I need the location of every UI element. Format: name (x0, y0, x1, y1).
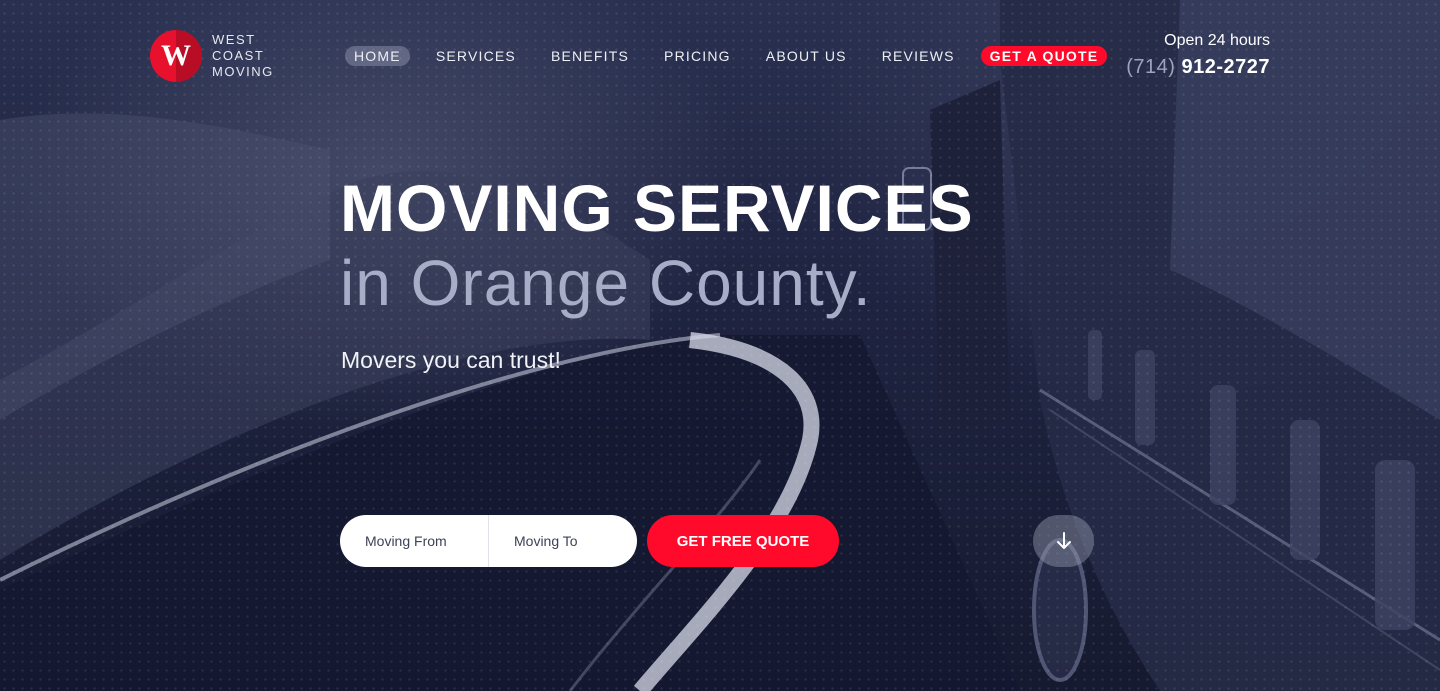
nav-item-home[interactable]: HOME (345, 46, 410, 66)
logo-mark-icon: W (150, 30, 202, 82)
nav-item-pricing[interactable]: PRICING (655, 46, 740, 66)
hero-subheadline: in Orange County. (340, 247, 872, 319)
logo-letter: W (161, 39, 191, 72)
hero-tagline: Movers you can trust! (341, 347, 561, 373)
location-fields (340, 515, 637, 567)
phone-link[interactable]: (714) 912-2727 (1126, 56, 1270, 79)
main-nav: HOME SERVICES BENEFITS PRICING ABOUT US … (345, 46, 1108, 66)
brand-name-line-2: COAST (212, 48, 265, 63)
nav-item-about-us[interactable]: ABOUT US (757, 46, 856, 66)
get-free-quote-button[interactable]: GET FREE QUOTE (647, 515, 839, 567)
opening-hours: Open 24 hours (1164, 32, 1270, 49)
brand-name: WEST COAST MOVING (212, 32, 274, 80)
moving-from-input[interactable] (340, 515, 488, 567)
moving-to-input[interactable] (489, 515, 637, 567)
hero-headline: MOVING SERVICES (340, 171, 974, 245)
get-a-quote-button[interactable]: GET A QUOTE (980, 46, 1108, 66)
hero-background (0, 0, 1440, 691)
quote-form: GET FREE QUOTE (340, 515, 839, 567)
brand-name-line-1: WEST (212, 32, 256, 47)
scroll-down-button[interactable] (1033, 515, 1094, 567)
brand-name-line-3: MOVING (212, 64, 274, 79)
nav-item-reviews[interactable]: REVIEWS (873, 46, 964, 66)
arrow-down-icon (1056, 532, 1071, 549)
phone-area-code: (714) (1126, 56, 1176, 78)
contact-info: Open 24 hours (714) 912-2727 (1126, 32, 1270, 79)
nav-item-benefits[interactable]: BENEFITS (542, 46, 638, 66)
phone-number: 912-2727 (1181, 56, 1270, 78)
logo[interactable]: W WEST COAST MOVING (150, 30, 274, 82)
nav-item-services[interactable]: SERVICES (427, 46, 525, 66)
